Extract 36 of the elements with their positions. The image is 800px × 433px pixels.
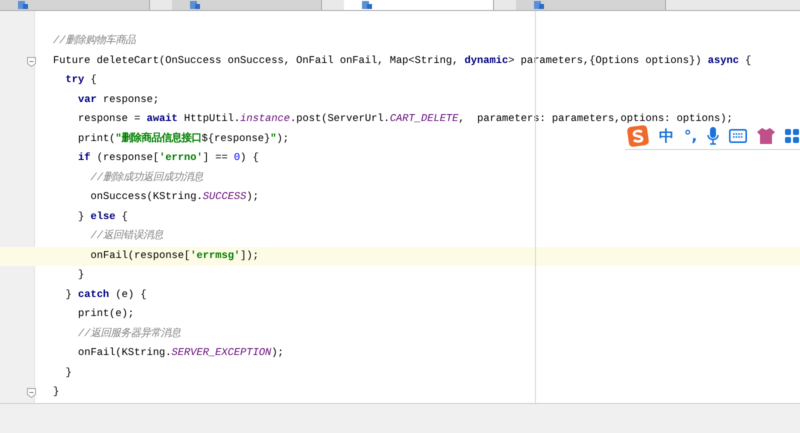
- grid-icon[interactable]: [785, 128, 800, 144]
- file-icon: [190, 1, 200, 9]
- file-icon: [18, 1, 28, 9]
- ime-mode-toggle[interactable]: 中: [659, 126, 674, 146]
- microphone-icon[interactable]: [707, 127, 720, 145]
- s-logo-icon[interactable]: [627, 125, 649, 147]
- code-line: //删除成功返回成功消息: [90, 170, 203, 186]
- code-line: onFail(response['errmsg']);: [90, 248, 259, 264]
- fold-icon[interactable]: [27, 388, 36, 398]
- code-line: print("删除商品信息接口${response}");: [77, 131, 289, 146]
- code-line: } else {: [77, 210, 128, 224]
- code-line: }: [77, 268, 84, 283]
- ime-mode-toggle[interactable]: °,: [684, 127, 698, 145]
- code-line: onSuccess(KString.SUCCESS);: [90, 190, 259, 205]
- code-line: //删除购物车商品: [53, 33, 136, 49]
- file-icon: [534, 1, 544, 9]
- editor-tab[interactable]: [344, 0, 494, 10]
- editor-tab[interactable]: [0, 0, 150, 10]
- code-line: Future deleteCart(OnSuccess onSuccess, OnFail onFail, Map<String, dynamic> parameters,{Options options}) async {: [53, 54, 752, 68]
- code-line: try {: [64, 73, 97, 88]
- code-line: var response;: [77, 92, 160, 108]
- editor-tab[interactable]: [172, 0, 322, 10]
- code-line: onFail(KString.SERVER_EXCEPTION);: [77, 346, 284, 361]
- code-line: } catch (e) {: [64, 288, 147, 302]
- code-line: }: [53, 385, 60, 400]
- code-line: //返回错误消息: [90, 228, 163, 244]
- code-line: //返回服务器异常消息: [77, 326, 180, 342]
- code-line: response = await HttpUtil.instance.post(ServerUrl.CART_DELETE, parameters: parameters,options: options);: [77, 112, 733, 127]
- fold-icon[interactable]: [27, 56, 36, 66]
- keyboard-icon[interactable]: [729, 129, 748, 143]
- shirt-icon[interactable]: [757, 128, 776, 144]
- file-icon: [362, 1, 372, 9]
- code-line: if (response['errno'] == 0) {: [77, 151, 259, 166]
- editor-tab[interactable]: [516, 0, 666, 10]
- code-line: print(e);: [77, 307, 134, 322]
- code-line: }: [64, 366, 72, 380]
